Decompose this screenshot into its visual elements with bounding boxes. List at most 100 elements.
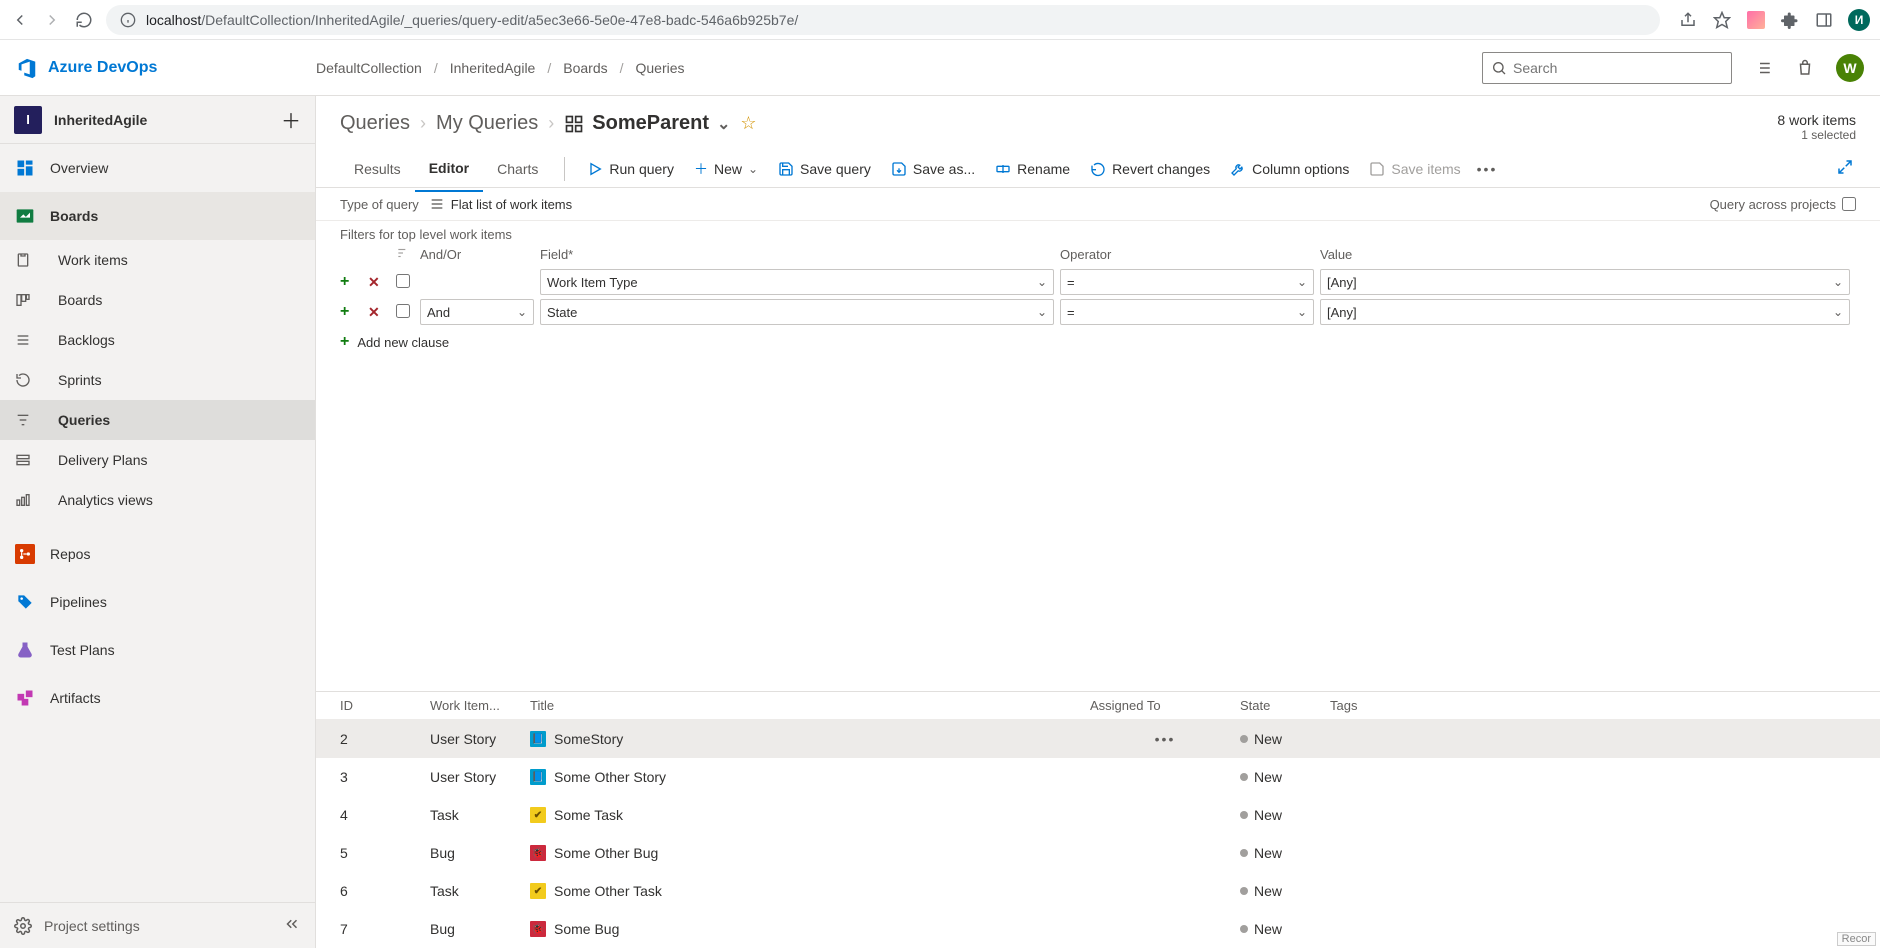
sidebar-item-artifacts[interactable]: Artifacts — [0, 674, 315, 722]
result-row[interactable]: 2 User Story 📘SomeStory ••• New — [316, 720, 1880, 758]
clause-remove-button[interactable]: ✕ — [368, 304, 380, 321]
list-icon[interactable] — [1752, 57, 1774, 79]
cmd-save-as[interactable]: Save as... — [881, 153, 985, 185]
clause-add-button[interactable]: + — [340, 303, 349, 321]
cell-id: 3 — [340, 769, 430, 785]
col-type[interactable]: Work Item... — [430, 698, 530, 713]
sidebar-sub-boards[interactable]: Boards — [0, 280, 315, 320]
browser-back-button[interactable] — [10, 10, 30, 30]
result-row[interactable]: 6 Task ✔Some Other Task New — [316, 872, 1880, 910]
sort-icon — [396, 246, 410, 260]
panel-icon[interactable] — [1814, 10, 1834, 30]
tab-results[interactable]: Results — [340, 146, 415, 192]
tab-charts[interactable]: Charts — [483, 146, 552, 192]
task-icon: ✔ — [530, 883, 546, 899]
sidebar-sub-sprints[interactable]: Sprints — [0, 360, 315, 400]
product-logo[interactable]: Azure DevOps — [16, 57, 316, 79]
add-new-clause-button[interactable]: + Add new clause — [340, 333, 1856, 351]
result-row[interactable]: 7 Bug 🐞Some Bug New — [316, 910, 1880, 948]
browser-forward-button[interactable] — [42, 10, 62, 30]
sidebar-item-label: Overview — [50, 160, 108, 176]
clause-andor-dropdown[interactable]: And⌄ — [420, 299, 534, 325]
cmd-run-query[interactable]: Run query — [577, 153, 684, 185]
sidebar-sub-analytics[interactable]: Analytics views — [0, 480, 315, 520]
crumb-page[interactable]: Queries — [636, 60, 685, 76]
cmd-rename[interactable]: Rename — [985, 153, 1080, 185]
cell-state: New — [1254, 883, 1282, 899]
result-row[interactable]: 4 Task ✔Some Task New — [316, 796, 1880, 834]
selected-count: 1 selected — [1777, 128, 1856, 142]
crumb-collection[interactable]: DefaultCollection — [316, 60, 422, 76]
sidebar-sub-delivery[interactable]: Delivery Plans — [0, 440, 315, 480]
sidebar-item-repos[interactable]: Repos — [0, 530, 315, 578]
clause-field-dropdown[interactable]: State⌄ — [540, 299, 1054, 325]
clause-operator-dropdown[interactable]: =⌄ — [1060, 269, 1314, 295]
project-header[interactable]: I InheritedAgile ＋ — [0, 96, 315, 144]
bookmark-star-icon[interactable] — [1712, 10, 1732, 30]
sidebar-sub-backlogs[interactable]: Backlogs — [0, 320, 315, 360]
clause-checkbox[interactable] — [396, 274, 410, 288]
user-avatar[interactable]: W — [1836, 54, 1864, 82]
extension-pink-icon[interactable] — [1746, 10, 1766, 30]
clause-value-dropdown[interactable]: [Any]⌄ — [1320, 299, 1850, 325]
col-tags[interactable]: Tags — [1330, 698, 1450, 713]
browser-reload-button[interactable] — [74, 10, 94, 30]
col-id[interactable]: ID — [340, 698, 430, 713]
sidebar-item-testplans[interactable]: Test Plans — [0, 626, 315, 674]
extensions-icon[interactable] — [1780, 10, 1800, 30]
row-more-button[interactable]: ••• — [1155, 731, 1176, 747]
tab-editor[interactable]: Editor — [415, 146, 483, 192]
share-icon[interactable] — [1678, 10, 1698, 30]
sidebar-item-boards[interactable]: Boards — [0, 192, 315, 240]
query-across-checkbox[interactable] — [1842, 197, 1856, 211]
sidebar-sub-workitems[interactable]: Work items — [0, 240, 315, 280]
page-crumb-current[interactable]: SomeParent ⌄ — [564, 112, 730, 135]
fullscreen-icon[interactable] — [1836, 158, 1856, 179]
query-type-value[interactable]: Flat list of work items — [429, 196, 572, 212]
sidebar-item-overview[interactable]: Overview — [0, 144, 315, 192]
sidebar-sub-queries[interactable]: Queries — [0, 400, 315, 440]
col-title[interactable]: Title — [530, 698, 1090, 713]
page-crumb-parent[interactable]: My Queries — [436, 112, 538, 135]
sidebar-item-pipelines[interactable]: Pipelines — [0, 578, 315, 626]
crumb-service[interactable]: Boards — [563, 60, 607, 76]
cmd-save-query[interactable]: Save query — [768, 153, 881, 185]
col-assigned[interactable]: Assigned To — [1090, 698, 1240, 713]
devops-icon — [16, 57, 38, 79]
browser-url-bar[interactable]: localhost/DefaultCollection/InheritedAgi… — [106, 5, 1660, 35]
favorite-star-icon[interactable]: ☆ — [740, 113, 756, 134]
rename-icon — [995, 161, 1011, 177]
crumb-project[interactable]: InheritedAgile — [450, 60, 536, 76]
save-items-icon — [1369, 161, 1385, 177]
global-search-input[interactable] — [1513, 60, 1723, 76]
clause-field-dropdown[interactable]: Work Item Type⌄ — [540, 269, 1054, 295]
chevron-down-icon[interactable]: ⌄ — [717, 114, 730, 134]
sidebar-footer[interactable]: Project settings — [0, 902, 315, 948]
result-row[interactable]: 5 Bug 🐞Some Other Bug New — [316, 834, 1880, 872]
browser-profile-avatar[interactable]: И — [1848, 9, 1870, 31]
cmd-column-options[interactable]: Column options — [1220, 153, 1359, 185]
cmd-save-items: Save items — [1359, 153, 1470, 185]
col-state[interactable]: State — [1240, 698, 1330, 713]
clause-remove-button[interactable]: ✕ — [368, 274, 380, 291]
sidebar-sub-label: Delivery Plans — [58, 452, 147, 468]
chevron-down-icon: ⌄ — [1037, 275, 1047, 289]
search-icon — [1491, 60, 1507, 76]
collapse-icon[interactable] — [283, 915, 301, 936]
page-crumb-root[interactable]: Queries — [340, 112, 410, 135]
result-row[interactable]: 3 User Story 📘Some Other Story New — [316, 758, 1880, 796]
sidebar-sub-label: Analytics views — [58, 492, 153, 508]
clause-value-dropdown[interactable]: [Any]⌄ — [1320, 269, 1850, 295]
clause-checkbox[interactable] — [396, 304, 410, 318]
cmd-revert[interactable]: Revert changes — [1080, 153, 1220, 185]
clause-operator-dropdown[interactable]: =⌄ — [1060, 299, 1314, 325]
global-search[interactable] — [1482, 52, 1732, 84]
cell-state: New — [1254, 731, 1282, 747]
bag-icon[interactable] — [1794, 57, 1816, 79]
clause-add-button[interactable]: + — [340, 273, 349, 291]
grid-icon — [564, 114, 584, 134]
more-actions-button[interactable]: ••• — [1471, 161, 1504, 177]
cmd-new[interactable]: ＋New⌄ — [684, 153, 768, 185]
project-name: InheritedAgile — [54, 112, 269, 128]
project-add-button[interactable]: ＋ — [281, 105, 301, 134]
